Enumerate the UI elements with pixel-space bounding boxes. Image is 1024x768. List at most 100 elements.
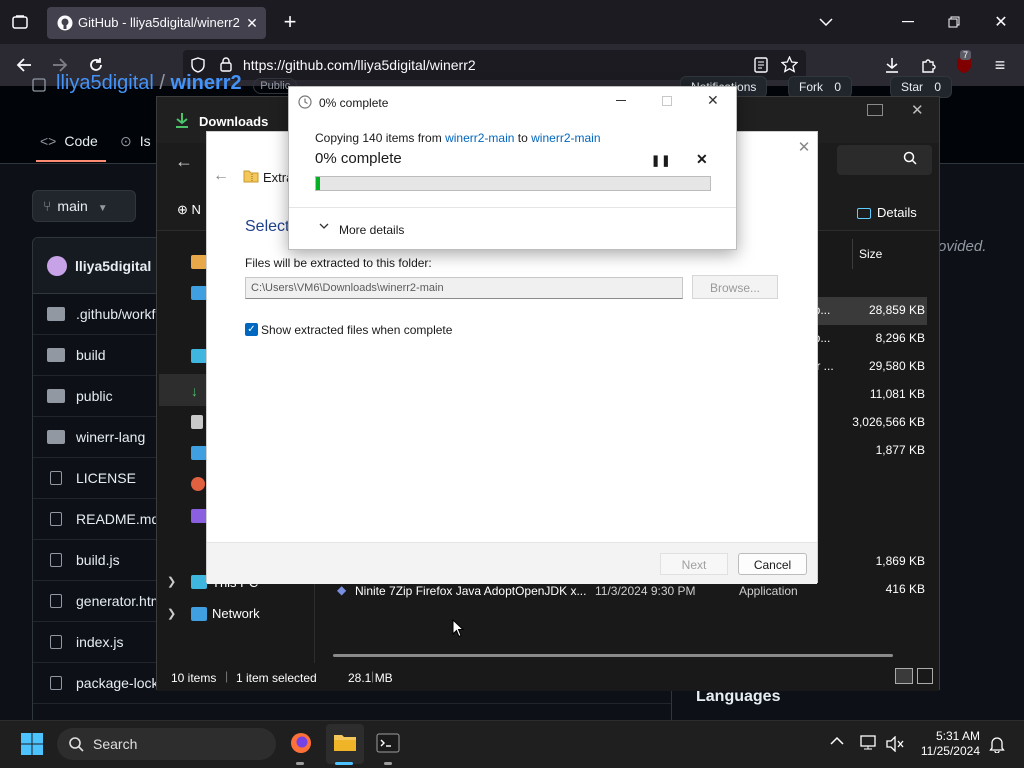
taskbar-search-label[interactable]: Search — [93, 736, 137, 752]
horizontal-scrollbar[interactable] — [333, 654, 893, 657]
firefox-taskbar-icon[interactable] — [289, 731, 313, 755]
restore-window-icon[interactable] — [938, 6, 970, 38]
details-pane-button[interactable]: Details — [857, 205, 917, 220]
progress-close-icon[interactable]: ✕ — [707, 92, 719, 109]
next-button[interactable]: Next — [660, 553, 728, 575]
search-icon — [903, 151, 917, 165]
show-files-label[interactable]: Show extracted files when complete — [261, 323, 452, 337]
explorer-tab-title[interactable]: Downloads — [199, 114, 268, 129]
chevron-down-icon[interactable] — [319, 223, 329, 230]
taskbar-clock-time[interactable]: 5:31 AM — [926, 729, 980, 743]
reader-view-icon[interactable] — [754, 57, 768, 73]
wizard-close-icon[interactable]: ✕ — [795, 138, 813, 156]
taskbar-clock-date[interactable]: 11/25/2024 — [910, 744, 980, 758]
pause-icon[interactable]: ❚❚ — [651, 154, 671, 167]
repo-owner-link[interactable]: lliya5digital — [56, 72, 154, 94]
tab-code-label: Code — [64, 133, 98, 149]
new-tab-icon[interactable]: + — [274, 6, 306, 38]
tab-issues-label: Is — [139, 133, 151, 149]
file-name[interactable]: README.md — [76, 511, 159, 527]
expand-this-pc-icon[interactable]: ❯ — [167, 575, 176, 588]
branch-selector[interactable]: ⑂ main ▼ — [32, 190, 136, 222]
downloads-nav-icon[interactable]: ↓ — [191, 383, 207, 399]
terminal-taskbar-icon[interactable] — [376, 733, 400, 753]
file-name[interactable]: .github/workfl — [76, 306, 158, 322]
gallery-icon[interactable] — [191, 286, 207, 300]
explorer-search-box[interactable] — [837, 145, 932, 175]
fork-button[interactable]: Fork 0 — [788, 76, 853, 98]
browse-button[interactable]: Browse... — [692, 275, 778, 299]
file-name[interactable]: generator.htm — [76, 593, 162, 609]
wizard-back-icon[interactable]: ← — [213, 167, 229, 185]
details-view-icon[interactable] — [895, 668, 913, 684]
explorer-back-icon[interactable]: ← — [175, 151, 193, 172]
explorer-maximize-icon[interactable] — [867, 104, 883, 116]
tab-issues[interactable]: ⊙ Is — [120, 133, 151, 150]
progress-divider — [289, 207, 736, 208]
hamburger-menu-icon[interactable]: ≡ — [984, 49, 1016, 81]
tab-close-icon[interactable]: ✕ — [242, 13, 262, 33]
wizard-footer: Next Cancel — [207, 542, 817, 584]
explorer-close-icon[interactable]: ✕ — [911, 101, 924, 119]
tab-overflow-chevron-icon[interactable] — [810, 6, 842, 38]
file-row-ninite[interactable]: ◆ Ninite 7Zip Firefox Java AdoptOpenJDK … — [337, 582, 937, 604]
nav-network[interactable]: Network — [212, 606, 260, 621]
taskbar-search-box[interactable] — [57, 728, 276, 760]
notification-bell-icon[interactable] — [989, 735, 1005, 753]
repo-name-link[interactable]: winerr2 — [171, 72, 242, 94]
file-date: 11/3/2024 9:30 PM — [595, 584, 696, 598]
tab-code[interactable]: <> Code — [36, 133, 106, 162]
about-description-fragment: ovided. — [938, 238, 987, 255]
extract-path-field[interactable] — [245, 277, 683, 299]
network-status-icon[interactable] — [860, 735, 878, 751]
file-name[interactable]: build — [76, 347, 106, 363]
home-icon[interactable] — [191, 255, 207, 269]
star-button[interactable]: Star 0 — [890, 76, 953, 98]
bookmark-star-icon[interactable] — [781, 56, 798, 73]
more-details-toggle[interactable]: More details — [339, 223, 404, 237]
browser-tab-github[interactable]: GitHub - lliya5digital/winerr2 ✕ — [47, 7, 266, 39]
this-pc-icon[interactable] — [191, 575, 207, 589]
tracking-shield-icon[interactable] — [191, 57, 205, 73]
show-files-checkbox[interactable]: ✓ — [245, 323, 258, 336]
file-explorer-taskbar-button[interactable] — [326, 724, 364, 764]
expand-network-icon[interactable]: ❯ — [167, 607, 176, 620]
column-header-size[interactable]: Size — [852, 239, 940, 269]
url-text[interactable]: https://github.com/lliya5digital/winerr2 — [243, 57, 476, 73]
avatar[interactable] — [47, 255, 67, 276]
ublock-extension-icon[interactable]: 7 — [948, 49, 980, 81]
volume-muted-icon[interactable] — [886, 736, 904, 752]
desktop-icon[interactable] — [191, 349, 207, 363]
tiles-view-icon[interactable] — [917, 668, 933, 684]
cancel-copy-icon[interactable]: ✕ — [696, 151, 708, 168]
file-name[interactable]: LICENSE — [76, 470, 136, 486]
tab-list-icon[interactable] — [4, 6, 36, 38]
progress-minimize-icon[interactable] — [616, 100, 626, 101]
branch-name: main — [57, 198, 88, 214]
download-folder-icon — [175, 112, 189, 128]
file-name[interactable]: winerr-lang — [76, 429, 145, 445]
file-name[interactable]: build.js — [76, 552, 120, 568]
tray-chevron-up-icon[interactable] — [830, 736, 844, 745]
documents-icon[interactable] — [191, 415, 203, 429]
windows-start-icon[interactable] — [20, 732, 44, 756]
cancel-button[interactable]: Cancel — [738, 553, 807, 575]
minimize-window-icon[interactable] — [892, 6, 924, 38]
details-pane-icon — [857, 208, 871, 220]
copy-destination-link[interactable]: winerr2-main — [531, 131, 600, 145]
file-name[interactable]: package-lock — [76, 675, 159, 691]
file-icon — [50, 635, 62, 649]
network-icon[interactable] — [191, 607, 207, 621]
close-window-icon[interactable]: ✕ — [985, 6, 1017, 38]
videos-icon[interactable] — [191, 509, 207, 523]
copy-source-link[interactable]: winerr2-main — [445, 131, 514, 145]
music-icon[interactable] — [191, 477, 205, 491]
file-size-cell: 8,296 KB — [875, 331, 925, 345]
file-icon — [50, 594, 62, 608]
pictures-icon[interactable] — [191, 446, 207, 460]
file-name[interactable]: public — [76, 388, 113, 404]
lock-icon[interactable] — [220, 57, 232, 72]
file-name[interactable]: index.js — [76, 634, 123, 650]
commit-author[interactable]: lliya5digital — [75, 258, 151, 274]
new-button[interactable]: ⊕ N — [177, 202, 201, 218]
